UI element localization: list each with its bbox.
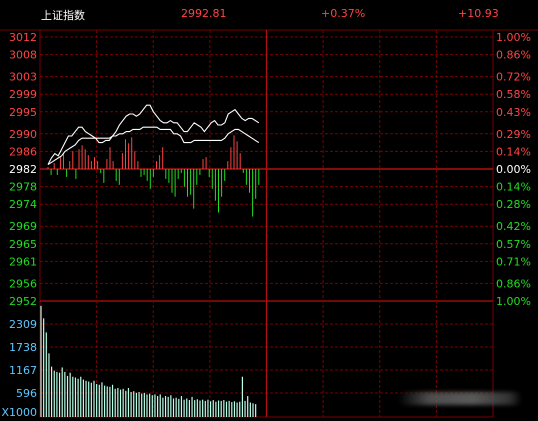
left-price-tick: 3003 <box>9 71 37 84</box>
right-percent-tick: 0.29% <box>496 128 531 141</box>
left-price-tick: 2990 <box>9 128 37 141</box>
left-price-tick: 2982 <box>9 163 37 176</box>
left-price-tick: 2969 <box>9 220 37 233</box>
left-price-tick: 2995 <box>9 106 37 119</box>
right-percent-tick: 0.14% <box>496 181 531 194</box>
left-price-tick: 2986 <box>9 145 37 158</box>
right-percent-tick: 0.43% <box>496 106 531 119</box>
left-price-tick: 2965 <box>9 238 37 251</box>
right-percent-tick: 1.00% <box>496 31 531 44</box>
volume-tick: 2309 <box>9 318 37 331</box>
left-price-tick: 3012 <box>9 31 37 44</box>
left-price-tick: 2974 <box>9 198 37 211</box>
volume-tick: 1738 <box>9 341 37 354</box>
intraday-chart-window: 上证指数 2992.81 +0.37% +10.93 3012 3008 3003 2… <box>0 0 538 421</box>
right-percent-tick: 0.86% <box>496 49 531 62</box>
left-price-tick: 2952 <box>9 295 37 308</box>
volume-tick: 1167 <box>9 364 37 377</box>
right-percent-tick: 0.00% <box>496 163 531 176</box>
volume-multiplier-label: X1000 <box>1 406 37 419</box>
left-price-tick: 2961 <box>9 255 37 268</box>
right-percent-tick: 0.57% <box>496 238 531 251</box>
chart-canvas[interactable]: 3012 3008 3003 2999 2995 2990 2986 2982 2978 2974… <box>0 0 538 421</box>
right-percent-tick: 0.58% <box>496 88 531 101</box>
right-percent-tick: 0.86% <box>496 277 531 290</box>
right-percent-tick: 0.72% <box>496 71 531 84</box>
left-price-tick: 2956 <box>9 277 37 290</box>
watermark-blur <box>398 392 522 405</box>
right-percent-tick: 0.14% <box>496 145 531 158</box>
right-percent-tick: 0.28% <box>496 198 531 211</box>
left-price-tick: 2999 <box>9 88 37 101</box>
left-price-tick: 2978 <box>9 181 37 194</box>
left-price-tick: 3008 <box>9 49 37 62</box>
volume-tick: 596 <box>16 387 37 400</box>
right-percent-tick: 0.42% <box>496 220 531 233</box>
right-percent-tick: 0.71% <box>496 255 531 268</box>
right-percent-tick: 1.00% <box>496 295 531 308</box>
